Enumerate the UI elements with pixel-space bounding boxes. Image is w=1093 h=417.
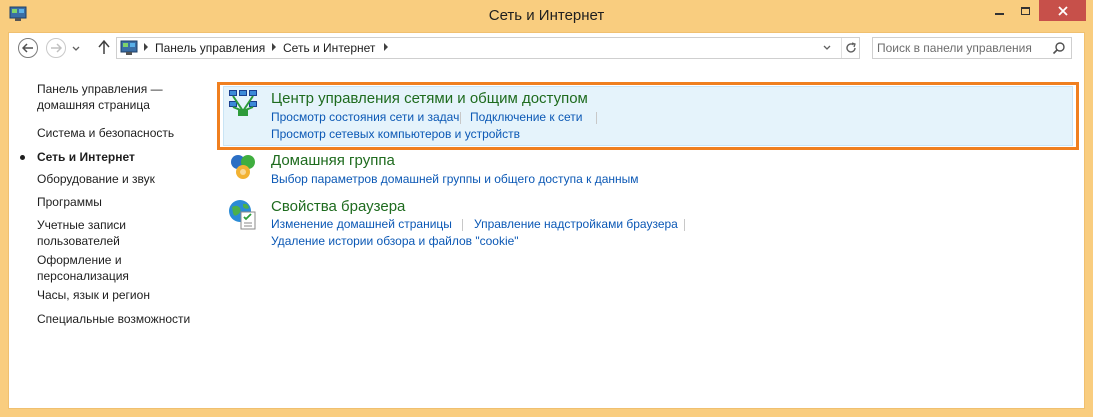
minimize-button[interactable] bbox=[986, 0, 1012, 21]
close-icon bbox=[1057, 5, 1068, 16]
category-title-homegroup[interactable]: Домашняя группа bbox=[271, 152, 395, 169]
refresh-button[interactable] bbox=[841, 38, 859, 58]
control-panel-icon bbox=[120, 40, 138, 56]
sidebar-item-system-security[interactable]: Система и безопасность bbox=[37, 125, 207, 141]
sidebar-item-user-accounts[interactable]: Учетные записи пользователей bbox=[37, 217, 147, 249]
link-manage-addons[interactable]: Управление надстройками браузера bbox=[474, 217, 678, 231]
search-icon[interactable] bbox=[1052, 41, 1066, 55]
link-view-network-status[interactable]: Просмотр состояния сети и задач bbox=[271, 110, 459, 124]
content-area: Панель управления — домашняя страница Си… bbox=[8, 62, 1085, 409]
chevron-down-icon bbox=[823, 45, 831, 50]
sidebar-item-programs[interactable]: Программы bbox=[37, 194, 207, 210]
sidebar-item-control-panel-home[interactable]: Панель управления — домашняя страница bbox=[37, 81, 207, 113]
link-separator bbox=[462, 219, 463, 231]
link-separator bbox=[596, 112, 597, 124]
category-homegroup: Домашняя группа Выбор параметров домашне… bbox=[219, 152, 1079, 192]
navigation-bar: Панель управления Сеть и Интернет bbox=[8, 32, 1085, 62]
link-view-network-computers[interactable]: Просмотр сетевых компьютеров и устройств bbox=[271, 127, 520, 141]
sidebar-item-network-internet[interactable]: Сеть и Интернет bbox=[37, 149, 207, 165]
title-bar: Сеть и Интернет bbox=[0, 0, 1093, 32]
category-internet-options: Свойства браузера Изменение домашней стр… bbox=[219, 198, 1079, 254]
active-item-bullet bbox=[20, 155, 25, 160]
address-history-button[interactable] bbox=[819, 38, 835, 58]
network-center-icon[interactable] bbox=[227, 87, 259, 119]
homegroup-icon[interactable] bbox=[227, 152, 259, 184]
category-title-network-center[interactable]: Центр управления сетями и общим доступом bbox=[271, 90, 588, 107]
link-separator bbox=[684, 219, 685, 231]
link-delete-browsing-history[interactable]: Удаление истории обзора и файлов "cookie… bbox=[271, 234, 519, 248]
minimize-icon bbox=[994, 12, 1004, 15]
arrow-up-icon bbox=[98, 39, 110, 54]
breadcrumb-control-panel[interactable]: Панель управления bbox=[155, 41, 265, 55]
sidebar-item-ease-of-access[interactable]: Специальные возможности bbox=[37, 311, 207, 327]
sidebar-item-personalization[interactable]: Оформление и персонализация bbox=[37, 252, 147, 284]
link-change-home-page[interactable]: Изменение домашней страницы bbox=[271, 217, 452, 231]
maximize-icon bbox=[1020, 6, 1030, 15]
recent-locations-dropdown[interactable] bbox=[71, 43, 81, 53]
window-bottom-border bbox=[0, 409, 1093, 417]
breadcrumb-separator-icon[interactable] bbox=[383, 43, 389, 51]
up-button[interactable] bbox=[97, 39, 111, 55]
forward-button[interactable] bbox=[46, 38, 66, 58]
search-box[interactable] bbox=[872, 37, 1072, 59]
maximize-button[interactable] bbox=[1012, 0, 1038, 21]
sidebar-item-clock-language-region[interactable]: Часы, язык и регион bbox=[37, 287, 207, 303]
left-navigation: Панель управления — домашняя страница Си… bbox=[9, 62, 209, 407]
category-title-internet-options[interactable]: Свойства браузера bbox=[271, 198, 405, 215]
control-panel-window: Сеть и Интернет Панель управления Сеть и… bbox=[0, 0, 1093, 417]
internet-options-icon[interactable] bbox=[227, 198, 259, 232]
arrow-left-icon bbox=[22, 43, 33, 53]
search-input[interactable] bbox=[877, 40, 1047, 56]
link-homegroup-settings[interactable]: Выбор параметров домашней группы и общег… bbox=[271, 172, 639, 186]
close-button[interactable] bbox=[1039, 0, 1086, 21]
arrow-right-icon bbox=[51, 43, 62, 53]
link-connect-to-network[interactable]: Подключение к сети bbox=[470, 110, 582, 124]
back-button[interactable] bbox=[18, 38, 38, 58]
breadcrumb-separator-icon[interactable] bbox=[143, 43, 149, 51]
chevron-down-icon bbox=[72, 46, 80, 51]
refresh-icon bbox=[845, 42, 856, 53]
link-separator bbox=[460, 112, 461, 124]
window-title: Сеть и Интернет bbox=[488, 7, 605, 24]
address-bar[interactable]: Панель управления Сеть и Интернет bbox=[116, 37, 860, 59]
category-network-sharing-center: Центр управления сетями и общим доступом… bbox=[219, 88, 1079, 144]
breadcrumb-network-internet[interactable]: Сеть и Интернет bbox=[283, 41, 375, 55]
breadcrumb-separator-icon[interactable] bbox=[271, 43, 277, 51]
sidebar-item-hardware-sound[interactable]: Оборудование и звук bbox=[37, 171, 207, 187]
